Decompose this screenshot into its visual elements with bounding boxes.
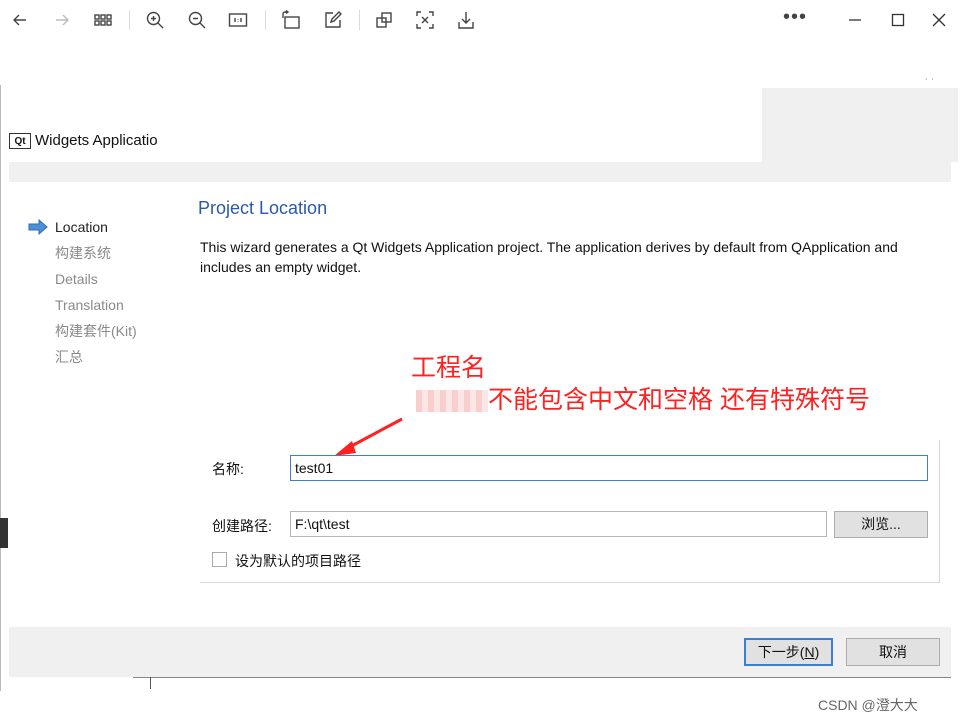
toolbar-separator <box>265 10 266 30</box>
watermark: CSDN @澄大大 <box>818 697 918 713</box>
edge-artifact-bar <box>0 518 8 548</box>
zoom-in-icon[interactable] <box>143 8 167 32</box>
qt-logo-icon: Qt <box>9 132 31 149</box>
next-button-label: 下一步( <box>757 644 805 660</box>
translate-icon[interactable] <box>413 8 437 32</box>
annotation-title: 工程名 <box>411 354 487 382</box>
rotate-icon[interactable] <box>279 8 303 32</box>
divider-tick <box>150 677 151 689</box>
wizard-steps: Location 构建系统 Details Translation 构建套件(K… <box>28 214 137 370</box>
window-title: Qt Widgets Applicatio <box>9 132 158 149</box>
browse-button[interactable]: 浏览... <box>834 511 928 538</box>
step-label: 汇总 <box>55 349 83 365</box>
next-button-label-end: ) <box>814 644 820 660</box>
step-location: Location <box>28 214 137 240</box>
next-button[interactable]: 下一步(N) <box>744 638 833 666</box>
toolbar-separator <box>129 10 130 30</box>
forward-icon[interactable] <box>50 8 74 32</box>
project-path-input[interactable] <box>290 511 827 537</box>
step-summary: 汇总 <box>28 344 137 370</box>
wizard-header <box>9 88 762 162</box>
step-details: Details <box>28 266 137 292</box>
default-path-checkbox[interactable] <box>212 552 227 567</box>
step-label: Translation <box>55 297 124 313</box>
step-label: Details <box>55 271 98 287</box>
toolbar-separator <box>359 10 360 30</box>
zoom-out-icon[interactable] <box>185 8 209 32</box>
maximize-icon[interactable] <box>888 10 908 30</box>
annotation-note: 不能包含中文和空格 还有特殊符号 <box>416 380 870 416</box>
current-step-arrow-icon <box>28 219 48 235</box>
step-label: 构建系统 <box>55 245 111 261</box>
grid-view-icon[interactable] <box>91 8 115 32</box>
name-label: 名称: <box>212 461 244 477</box>
page-description: This wizard generates a Qt Widgets Appli… <box>200 239 898 275</box>
edit-icon[interactable] <box>321 8 345 32</box>
step-translation: Translation <box>28 292 137 318</box>
wizard-header-strip <box>9 162 951 182</box>
annotation-note-text: 不能包含中文和空格 还有特殊符号 <box>488 386 870 414</box>
actual-size-icon[interactable] <box>226 8 250 32</box>
default-path-label: 设为默认的项目路径 <box>235 553 361 569</box>
next-button-accelerator: N <box>804 644 815 660</box>
step-kits: 构建套件(Kit) <box>28 318 137 344</box>
viewer-toolbar: ••• <box>0 0 961 40</box>
cancel-button[interactable]: 取消 <box>846 638 940 666</box>
path-label: 创建路径: <box>212 518 272 534</box>
close-icon[interactable] <box>929 10 949 30</box>
wizard-header-side <box>762 88 958 162</box>
project-name-input[interactable] <box>290 455 928 481</box>
blurred-text <box>416 390 488 413</box>
step-label: 构建套件(Kit) <box>55 323 137 339</box>
save-icon[interactable] <box>454 8 478 32</box>
step-label: Location <box>55 219 108 235</box>
step-build-system: 构建系统 <box>28 240 137 266</box>
crop-icon[interactable] <box>372 8 396 32</box>
page-title: Project Location <box>198 198 328 218</box>
more-options-button[interactable]: ••• <box>783 7 807 31</box>
divider <box>133 677 951 678</box>
window-title-text: Widgets Applicatio <box>35 132 158 149</box>
minimize-icon[interactable] <box>845 10 865 30</box>
back-icon[interactable] <box>8 8 32 32</box>
